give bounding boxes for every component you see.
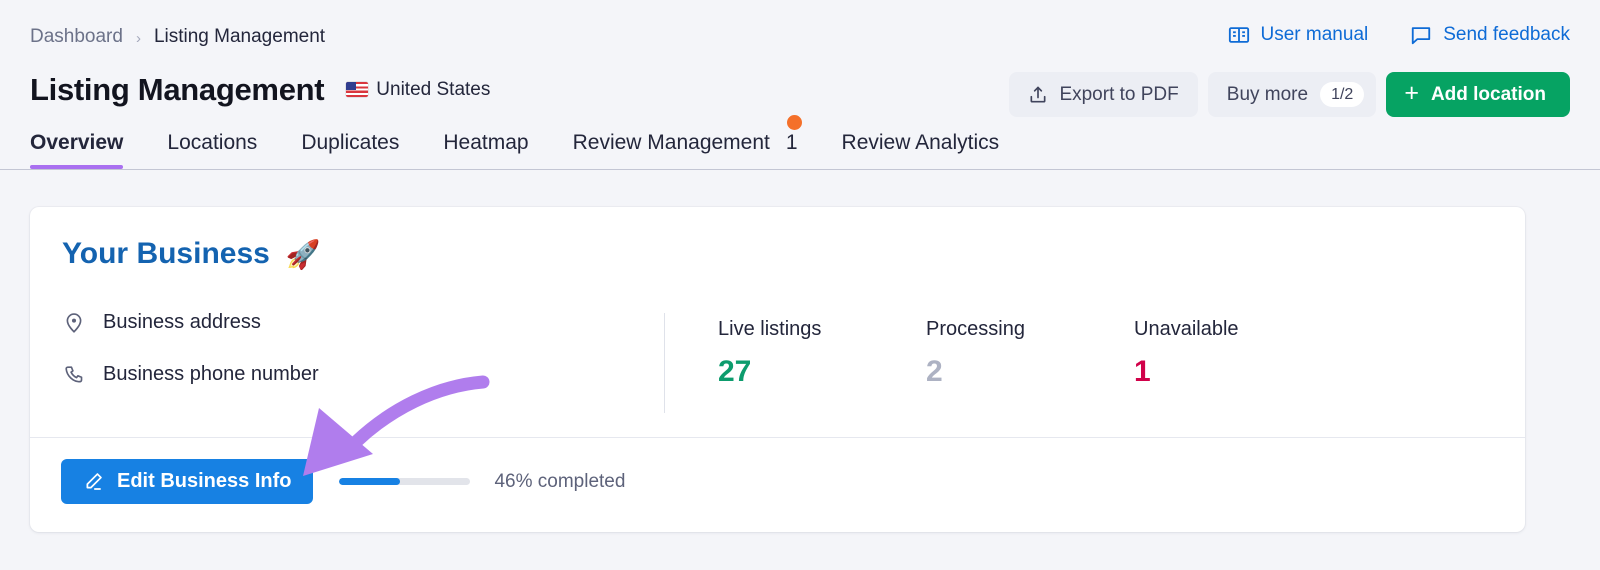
business-phone-label: Business phone number <box>103 363 319 385</box>
phone-icon <box>63 364 103 386</box>
tab-review-analytics[interactable]: Review Analytics <box>820 131 1022 169</box>
send-feedback-link[interactable]: Send feedback <box>1410 24 1570 46</box>
edit-business-info-button[interactable]: Edit Business Info <box>61 459 314 504</box>
title-row: Listing Management United States <box>30 74 490 105</box>
buy-more-label: Buy more <box>1226 83 1309 105</box>
vertical-divider <box>664 313 665 413</box>
tab-overview[interactable]: Overview <box>30 131 145 169</box>
notification-dot-icon <box>786 115 802 130</box>
listing-stats: Live listings 27 Processing 2 Unavailabl… <box>718 319 1342 387</box>
user-manual-label: User manual <box>1260 24 1369 45</box>
flag-us-icon <box>346 82 369 97</box>
stat-unavailable-label: Unavailable <box>1134 318 1239 340</box>
tab-locations-label: Locations <box>167 131 258 154</box>
breadcrumb: Dashboard › Listing Management <box>30 26 325 48</box>
buy-more-count-badge: 1/2 <box>1320 81 1365 108</box>
tab-duplicates-label: Duplicates <box>301 131 400 154</box>
card-title: Your Business 🚀 <box>62 237 321 271</box>
progress-bar-fill <box>339 478 400 485</box>
business-address-label: Business address <box>103 311 261 333</box>
horizontal-divider <box>30 437 1525 438</box>
tab-review-management-label: Review Management <box>572 131 770 154</box>
tab-bar: Overview Locations Duplicates Heatmap Re… <box>30 115 1022 169</box>
pencil-icon <box>83 471 117 492</box>
stat-live-listings: Live listings 27 <box>718 319 926 387</box>
export-to-pdf-button[interactable]: Export to PDF <box>1009 72 1198 117</box>
card-title-label: Your Business <box>62 237 270 270</box>
country-label: United States <box>376 78 491 100</box>
country-selector[interactable]: United States <box>346 79 490 101</box>
stat-live-listings-value: 27 <box>718 355 752 388</box>
stat-unavailable-value: 1 <box>1134 355 1151 388</box>
stat-processing-label: Processing <box>926 318 1025 340</box>
tab-review-analytics-label: Review Analytics <box>841 131 1000 154</box>
edit-business-info-label: Edit Business Info <box>117 470 292 492</box>
tab-heatmap[interactable]: Heatmap <box>421 131 550 169</box>
stat-unavailable: Unavailable 1 <box>1134 319 1342 387</box>
your-business-card: Your Business 🚀 Business address Busines… <box>30 207 1525 532</box>
send-feedback-label: Send feedback <box>1443 24 1570 45</box>
breadcrumb-separator-icon: › <box>135 29 141 47</box>
buy-more-button[interactable]: Buy more 1/2 <box>1207 72 1377 117</box>
page-header: Dashboard › Listing Management Listing M… <box>0 0 1600 170</box>
book-icon <box>1228 24 1261 46</box>
header-links: User manual Send feedback <box>1228 24 1570 46</box>
add-location-label: Add location <box>1430 83 1546 105</box>
stat-processing: Processing 2 <box>926 319 1134 387</box>
card-footer: Edit Business Info 46% completed <box>61 459 625 504</box>
rocket-icon: 🚀 <box>285 238 321 270</box>
stat-live-listings-label: Live listings <box>718 318 822 340</box>
completion-progress: 46% completed <box>339 471 625 493</box>
location-pin-icon <box>63 312 103 334</box>
progress-bar-track <box>339 478 471 485</box>
speech-bubble-icon <box>1410 24 1443 46</box>
add-location-button[interactable]: + Add location <box>1386 72 1570 117</box>
progress-label: 46% completed <box>494 470 626 492</box>
tab-overview-label: Overview <box>30 131 124 154</box>
tab-duplicates[interactable]: Duplicates <box>279 131 421 169</box>
tab-locations[interactable]: Locations <box>145 131 279 169</box>
business-address-row[interactable]: Business address <box>63 311 319 334</box>
plus-icon: + <box>1404 79 1419 107</box>
user-manual-link[interactable]: User manual <box>1228 24 1369 46</box>
business-info-list: Business address Business phone number <box>63 311 319 386</box>
breadcrumb-item-current: Listing Management <box>153 26 326 47</box>
header-actions: Export to PDF Buy more 1/2 + Add locatio… <box>1009 72 1570 117</box>
stat-processing-value: 2 <box>926 355 943 388</box>
upload-icon <box>1028 85 1059 105</box>
tab-heatmap-label: Heatmap <box>443 131 529 154</box>
review-management-badge: 1 <box>786 115 802 155</box>
business-phone-row[interactable]: Business phone number <box>63 363 319 386</box>
breadcrumb-item-dashboard[interactable]: Dashboard <box>30 26 123 48</box>
export-to-pdf-label: Export to PDF <box>1059 83 1179 105</box>
tab-review-management[interactable]: Review Management 1 <box>551 115 820 169</box>
page-title: Listing Management <box>30 72 325 107</box>
